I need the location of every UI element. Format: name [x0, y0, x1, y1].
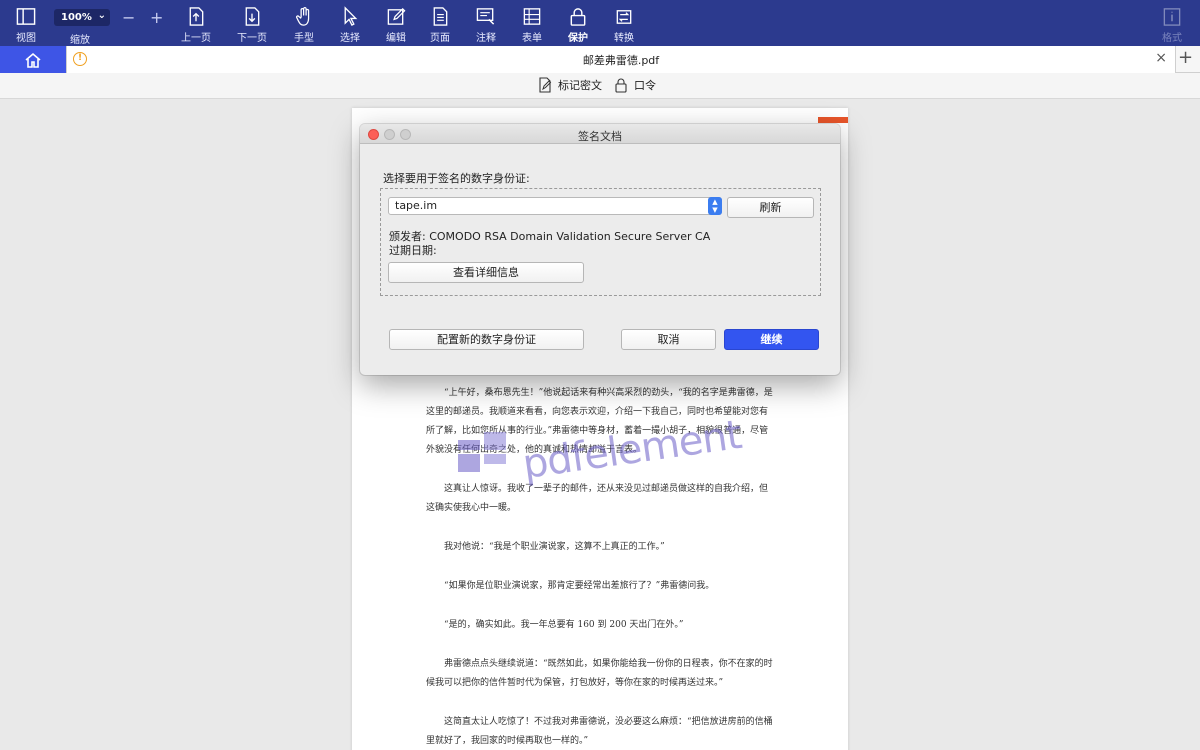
- protect-button[interactable]: 保护: [556, 6, 600, 44]
- pdfelement-logo-icon: [458, 432, 506, 472]
- redact-label: 标记密文: [558, 79, 602, 92]
- convert-icon: [616, 10, 632, 24]
- continue-button[interactable]: 继续: [724, 329, 819, 350]
- sidebar-view-icon: [16, 8, 36, 25]
- refresh-button[interactable]: 刷新: [727, 197, 814, 218]
- certificate-prompt: 选择要用于签名的数字身份证:: [383, 172, 530, 185]
- form-icon: [523, 8, 541, 25]
- dialog-title: 签名文档: [578, 130, 622, 143]
- form-label: 表单: [522, 33, 542, 44]
- view-button[interactable]: 视图: [4, 6, 48, 44]
- paragraph: 弗雷德点点头继续说道：“既然如此，如果你能给我一份你的日程表，你不在家的时候我可…: [426, 659, 773, 688]
- redact-button[interactable]: 标记密文: [537, 77, 602, 93]
- edit-button[interactable]: 编辑: [374, 6, 418, 44]
- main-toolbar: 视图 100% ⌄ 缩放 − + 上一页 下一页 手型 选择 编辑 页面 注释 …: [0, 0, 1200, 46]
- new-tab-button[interactable]: +: [1178, 47, 1193, 68]
- convert-button[interactable]: 转换: [602, 6, 646, 44]
- page-tag: [818, 117, 848, 123]
- sign-document-dialog: 签名文档 选择要用于签名的数字身份证: tape.im ▲ ▼ 刷新 颁发者: C…: [360, 124, 840, 375]
- watermark: pdfelement: [458, 412, 744, 488]
- next-page-button[interactable]: 下一页: [230, 6, 274, 44]
- select-arrows-icon: ▲ ▼: [708, 197, 722, 215]
- comment-button[interactable]: 注释: [464, 6, 508, 44]
- expiry-text: 过期日期:: [389, 244, 437, 257]
- edit-label: 编辑: [386, 33, 406, 44]
- dialog-titlebar: 签名文档: [360, 124, 840, 144]
- page-label: 页面: [430, 33, 450, 44]
- document-title: 邮差弗雷德.pdf: [582, 54, 660, 67]
- paragraph: 我对他说：“我是个职业演说家，这算不上真正的工作。”: [444, 542, 665, 552]
- comment-icon: [476, 8, 495, 25]
- cancel-button[interactable]: 取消: [621, 329, 716, 350]
- configure-id-button[interactable]: 配置新的数字身份证: [389, 329, 584, 350]
- form-button[interactable]: 表单: [510, 6, 554, 44]
- lock-icon: [570, 8, 586, 26]
- zoom-out-button[interactable]: −: [122, 8, 135, 27]
- prev-page-button[interactable]: 上一页: [174, 6, 218, 44]
- certificate-value: tape.im: [395, 199, 438, 212]
- hand-tool-label: 手型: [294, 33, 314, 44]
- hand-tool-button[interactable]: 手型: [282, 6, 326, 44]
- password-button[interactable]: 口令: [613, 77, 656, 93]
- certificate-group: tape.im ▲ ▼ 刷新 颁发者: COMODO RSA Domain Val…: [380, 188, 821, 296]
- select-cursor-icon: [344, 6, 358, 26]
- edit-icon: [387, 7, 406, 25]
- select-tool-label: 选择: [340, 33, 360, 44]
- format-icon: [1163, 8, 1181, 26]
- prev-page-icon: [189, 7, 204, 26]
- next-page-label: 下一页: [237, 33, 267, 44]
- home-tab[interactable]: [0, 46, 66, 73]
- select-tool-button[interactable]: 选择: [328, 6, 372, 44]
- hand-icon: [296, 7, 310, 26]
- next-page-icon: [245, 7, 260, 26]
- format-button[interactable]: 格式: [1150, 6, 1194, 44]
- certificate-select[interactable]: tape.im ▲ ▼: [388, 197, 722, 215]
- zoom-select[interactable]: 100% ⌄: [54, 9, 110, 26]
- prev-page-label: 上一页: [181, 33, 211, 44]
- close-tab-button[interactable]: ×: [1155, 50, 1167, 66]
- zoom-in-button[interactable]: +: [150, 8, 163, 27]
- comment-label: 注释: [476, 33, 496, 44]
- zoom-value: 100%: [61, 12, 92, 23]
- page-icon: [433, 7, 448, 26]
- zoom-label: 缩放: [70, 35, 90, 46]
- issuer-text: 颁发者: COMODO RSA Domain Validation Secure…: [389, 230, 711, 243]
- paragraph: “如果你是位职业演说家，那肯定要经常出差旅行了？”弗雷德问我。: [444, 581, 715, 591]
- home-icon: [25, 52, 41, 68]
- convert-label: 转换: [614, 33, 634, 44]
- redact-icon: [539, 77, 552, 93]
- password-label: 口令: [634, 79, 656, 92]
- protect-subtoolbar: 标记密文 口令: [0, 73, 1200, 99]
- format-label: 格式: [1162, 33, 1182, 44]
- paragraph: 这简直太让人吃惊了！不过我对弗雷德说，没必要这么麻烦：“把信放进房前的信桶里就好…: [426, 717, 773, 746]
- tab-bar: ! 邮差弗雷德.pdf × +: [0, 46, 1200, 73]
- lock-icon: [615, 78, 627, 93]
- page-button[interactable]: 页面: [418, 6, 462, 44]
- view-label: 视图: [16, 33, 36, 44]
- paragraph: 这真让人惊讶。我收了一辈子的邮件，还从来没见过邮递员做这样的自我介绍，但这确实使…: [426, 484, 769, 513]
- chevron-down-icon: ⌄: [97, 10, 106, 21]
- protect-label: 保护: [568, 33, 588, 44]
- view-details-button[interactable]: 查看详细信息: [388, 262, 584, 283]
- paragraph: “是的，确实如此。我一年总要有 160 到 200 天出门在外。”: [444, 620, 684, 630]
- document-tab[interactable]: ! 邮差弗雷德.pdf ×: [66, 46, 1176, 73]
